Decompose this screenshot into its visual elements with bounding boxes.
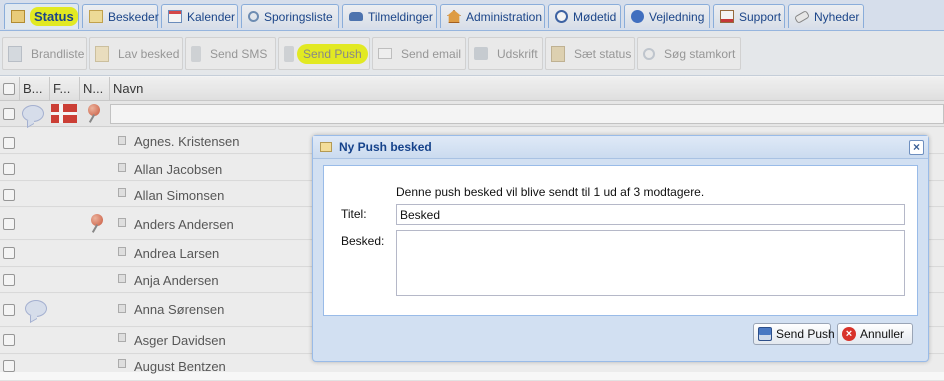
save-icon <box>758 327 772 341</box>
recipient-info-text: Denne push besked vil blive sendt til 1 … <box>396 185 705 199</box>
message-textarea[interactable] <box>396 230 905 296</box>
title-input[interactable] <box>396 204 905 225</box>
cancel-icon: × <box>842 327 856 341</box>
title-label: Titel: <box>341 207 367 221</box>
send-push-dialog-button[interactable]: Send Push <box>753 323 835 345</box>
push-message-dialog: Ny Push besked × Denne push besked vil b… <box>312 135 929 362</box>
button-label: Annuller <box>860 327 905 341</box>
cancel-button[interactable]: × Annuller <box>837 323 913 345</box>
dialog-title-bar[interactable]: Ny Push besked × <box>313 136 928 159</box>
message-label: Besked: <box>341 234 385 248</box>
close-icon[interactable]: × <box>909 140 924 155</box>
mail-icon <box>320 142 332 152</box>
dialog-body: Denne push besked vil blive sendt til 1 … <box>323 165 918 316</box>
button-label: Send Push <box>776 327 835 341</box>
dialog-title: Ny Push besked <box>339 140 432 154</box>
